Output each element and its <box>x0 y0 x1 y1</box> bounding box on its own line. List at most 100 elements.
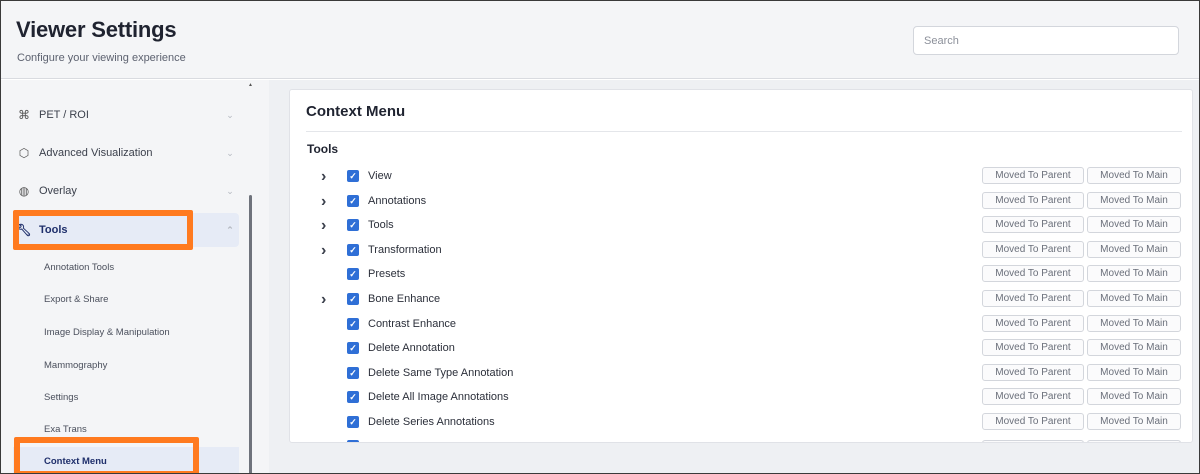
list-item-label: Contrast Enhance <box>368 317 457 330</box>
moved-to-main-button[interactable]: Moved To Main <box>1087 167 1181 184</box>
sidebar-subitem-label: Export & Share <box>44 293 109 305</box>
moved-to-parent-button[interactable]: Moved To Parent <box>982 265 1084 283</box>
list-item: › ✓ Bone Enhance Moved To Parent Moved To Ma… <box>290 290 1192 314</box>
chevron-down-icon: ⌄ <box>226 147 234 158</box>
list-item: ✓ Delete Same Type Annotation Moved To Par… <box>290 363 1192 388</box>
sidebar-item-label: Overlay <box>39 185 77 197</box>
sidebar-subitem-label: Image Display & Manipulation <box>44 326 170 338</box>
chevron-right-icon[interactable]: › <box>321 218 326 234</box>
list-item-label: Annotations <box>368 194 427 207</box>
checkbox[interactable]: ✓ <box>347 268 359 281</box>
checkbox[interactable]: ✓ <box>347 194 359 207</box>
sidebar-subitem-annotation-tools[interactable]: Annotation Tools <box>13 253 239 281</box>
scroll-up-icon[interactable]: ▲ <box>248 82 253 88</box>
checkbox[interactable]: ✓ <box>347 366 359 379</box>
sidebar-subitem-image-display[interactable]: Image Display & Manipulation <box>13 318 239 346</box>
app-window: Viewer Settings Configure your viewing e… <box>0 0 1200 474</box>
list-item: ✓ Delete Annotation Moved To Parent Moved T… <box>290 339 1192 363</box>
sidebar-subitem-label: Annotation Tools <box>44 261 115 273</box>
moved-to-main-button[interactable]: Moved To Main <box>1087 216 1181 234</box>
moved-to-main-button[interactable]: Moved To Main <box>1087 290 1181 307</box>
list-item-label: Delete Series Annotations <box>368 416 495 428</box>
list-item-label: Delete All Image Annotations <box>368 391 509 404</box>
list-item-label: Transformation <box>368 243 442 256</box>
moved-to-parent-button[interactable]: Moved To Parent <box>982 314 1084 332</box>
moved-to-main-button[interactable]: Moved To Main <box>1087 191 1181 209</box>
list-item-label: Delete Annotation <box>368 342 455 355</box>
search-input[interactable] <box>913 26 1179 55</box>
list-item-label: Presets <box>368 268 406 281</box>
sidebar-subitem-label: Mammography <box>44 359 108 371</box>
moved-to-parent-button[interactable]: Moved To Parent <box>982 363 1084 381</box>
moved-to-parent-button[interactable]: Moved To Parent <box>982 339 1084 357</box>
sidebar-item-tools[interactable]: 🔧︎ Tools ⌃ <box>13 213 239 247</box>
section-label: Tools <box>307 142 339 156</box>
sidebar-subitem-label: Settings <box>44 391 79 403</box>
list-item-label: Bone Enhance <box>368 293 441 305</box>
pet-roi-icon: ⌘ <box>18 108 30 122</box>
moved-to-parent-button[interactable] <box>982 440 1084 442</box>
wrench-icon: 🔧︎ <box>16 223 32 237</box>
sidebar-scrollbar-thumb[interactable] <box>249 195 252 473</box>
moved-to-main-button[interactable]: Moved To Main <box>1087 339 1181 357</box>
list-item: ✓ Delete All Image Annotations Moved To Pa… <box>290 388 1192 412</box>
checkbox[interactable]: ✓ <box>347 391 359 404</box>
page-title: Viewer Settings <box>16 17 177 42</box>
chevron-right-icon[interactable]: › <box>321 242 326 259</box>
checkbox[interactable] <box>347 440 359 442</box>
sidebar-subitem-mammography[interactable]: Mammography <box>13 351 239 379</box>
list-item: ✓ Delete Series Annotations Moved To Paren… <box>290 413 1192 437</box>
chevron-right-icon[interactable]: › <box>321 292 326 308</box>
checkbox[interactable]: ✓ <box>347 342 359 355</box>
list-item-partial <box>290 440 1192 443</box>
moved-to-main-button[interactable]: Moved To Main <box>1087 388 1181 406</box>
sidebar-item-pet-roi[interactable]: ⌘ PET / ROI ⌄ <box>13 98 239 132</box>
moved-to-main-button[interactable] <box>1087 440 1181 442</box>
sidebar-item-label: Advanced Visualization <box>39 147 153 159</box>
moved-to-parent-button[interactable]: Moved To Parent <box>982 388 1084 406</box>
sidebar-subitem-label: Context Menu <box>44 455 107 467</box>
checkbox[interactable]: ✓ <box>347 293 359 305</box>
checkbox[interactable]: ✓ <box>347 317 359 330</box>
chevron-right-icon[interactable]: › <box>321 169 326 185</box>
cube-icon: ⬡ <box>18 146 30 160</box>
moved-to-main-button[interactable]: Moved To Main <box>1087 363 1181 381</box>
page-subtitle: Configure your viewing experience <box>17 52 186 64</box>
moved-to-parent-button[interactable]: Moved To Parent <box>982 167 1084 184</box>
moved-to-parent-button[interactable]: Moved To Parent <box>982 191 1084 209</box>
sidebar-subitem-context-menu[interactable]: Context Menu <box>13 447 239 473</box>
list-item-label <box>368 442 458 443</box>
context-menu-panel: Context Menu Tools › ✓ View Moved To Parent… <box>289 89 1193 443</box>
sidebar-item-advanced-visualization[interactable]: ⬡ Advanced Visualization ⌄ <box>13 136 239 170</box>
moved-to-parent-button[interactable]: Moved To Parent <box>982 216 1084 234</box>
checkbox[interactable]: ✓ <box>347 416 359 428</box>
sidebar-item-overlay[interactable]: ◍ Overlay ⌄ <box>13 174 239 208</box>
sidebar-subitem-exa-trans[interactable]: Exa Trans <box>13 415 239 443</box>
checkbox[interactable]: ✓ <box>347 243 359 256</box>
chevron-down-icon: ⌄ <box>226 185 234 196</box>
chevron-up-icon: ⌃ <box>226 224 234 235</box>
list-item-label: Tools <box>368 219 394 232</box>
sidebar-item-label: Tools <box>39 224 68 236</box>
moved-to-main-button[interactable]: Moved To Main <box>1087 314 1181 332</box>
sidebar-subitem-export-share[interactable]: Export & Share <box>13 285 239 313</box>
moved-to-parent-button[interactable]: Moved To Parent <box>982 290 1084 307</box>
chevron-down-icon: ⌄ <box>226 109 234 120</box>
moved-to-main-button[interactable]: Moved To Main <box>1087 240 1181 258</box>
list-item: › ✓ Annotations Moved To Parent Moved To Mai… <box>290 191 1192 216</box>
moved-to-main-button[interactable]: Moved To Main <box>1087 413 1181 430</box>
sidebar-subitem-settings[interactable]: Settings <box>13 383 239 411</box>
moved-to-parent-button[interactable]: Moved To Parent <box>982 240 1084 258</box>
sidebar-subitem-label: Exa Trans <box>44 423 87 435</box>
list-item: ✓ Presets Moved To Parent Moved To Main <box>290 265 1192 289</box>
checkbox[interactable]: ✓ <box>347 170 359 182</box>
checkbox[interactable]: ✓ <box>347 219 359 232</box>
list-item-label: View <box>368 170 392 182</box>
overlay-icon: ◍ <box>18 184 30 198</box>
list-item: › ✓ View Moved To Parent Moved To Main <box>290 167 1192 191</box>
header: Viewer Settings Configure your viewing e… <box>1 1 1199 79</box>
moved-to-main-button[interactable]: Moved To Main <box>1087 265 1181 283</box>
list-item: ✓ Contrast Enhance Moved To Parent Moved To… <box>290 314 1192 339</box>
moved-to-parent-button[interactable]: Moved To Parent <box>982 413 1084 430</box>
chevron-right-icon[interactable]: › <box>321 193 326 210</box>
